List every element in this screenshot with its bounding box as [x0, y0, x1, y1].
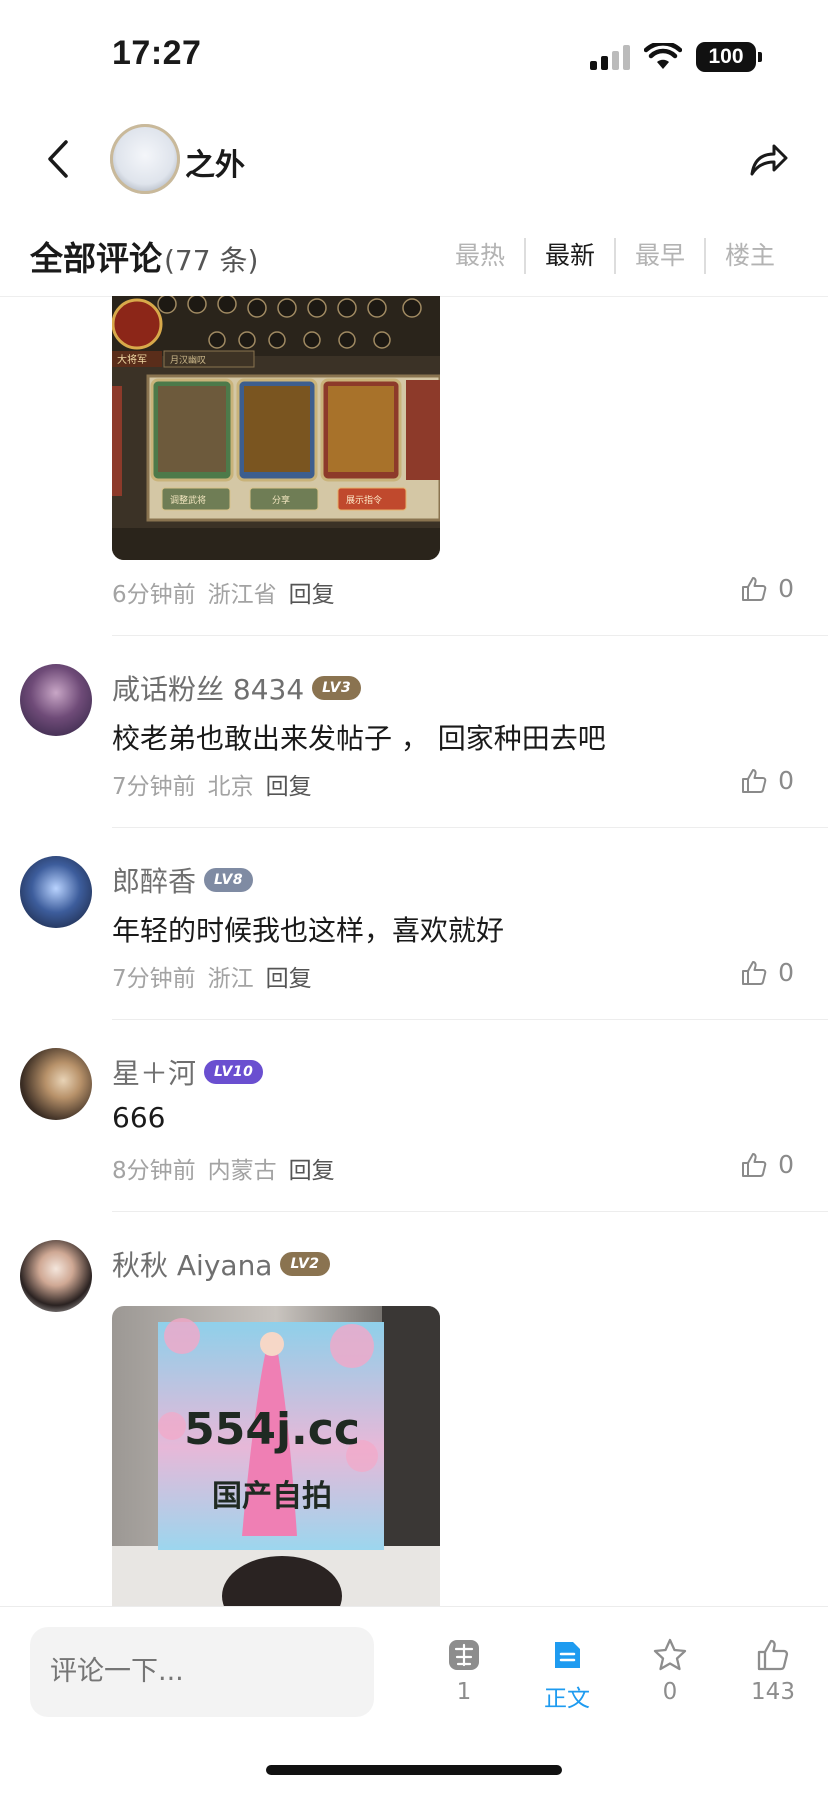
- avatar[interactable]: [20, 664, 92, 736]
- comment-image[interactable]: 554j.cc 国产自拍: [112, 1306, 440, 1606]
- comment-meta: 8分钟前 内蒙古 回复: [112, 1151, 335, 1185]
- comment-username[interactable]: 星＋河 LV10: [112, 1052, 264, 1092]
- like-button[interactable]: 0: [740, 958, 794, 987]
- like-count: 0: [778, 1150, 794, 1179]
- username-text: 咸话粉丝 8434: [112, 673, 305, 706]
- recommend-count: 1: [456, 1679, 472, 1705]
- recommend-icon: [449, 1640, 479, 1670]
- game-button-adjust: 调整武将: [170, 494, 206, 506]
- comment-location: 浙江: [207, 966, 254, 992]
- comments-count: (77 条): [164, 244, 259, 277]
- like-post-button[interactable]: 143: [733, 1637, 813, 1705]
- game-button-share: 分享: [272, 494, 290, 506]
- share-icon[interactable]: [746, 136, 792, 182]
- level-badge: LV3: [312, 676, 362, 700]
- comments-title: 全部评论: [30, 239, 162, 278]
- like-button[interactable]: 0: [740, 766, 794, 795]
- thumbs-up-icon: [742, 768, 767, 793]
- thumbs-up-icon: [757, 1639, 789, 1671]
- avatar[interactable]: [20, 856, 92, 928]
- status-time: 17:27: [112, 34, 202, 72]
- comment-username[interactable]: 咸话粉丝 8434 LV3: [112, 668, 362, 708]
- reply-button[interactable]: 回复: [266, 767, 312, 801]
- comment-time: 6分钟前: [112, 582, 196, 608]
- comment-location: 北京: [207, 774, 254, 800]
- reply-button[interactable]: 回复: [266, 959, 312, 993]
- comment-image-game-screenshot[interactable]: 大将军 月汉幽叹 调整武将 分享 展示指令: [112, 296, 440, 560]
- reply-button[interactable]: 回复: [289, 1151, 335, 1185]
- thumbs-up-icon: [742, 1152, 767, 1177]
- game-button-command: 展示指令: [346, 494, 382, 506]
- comment-text: 年轻的时候我也这样，喜欢就好: [112, 914, 505, 947]
- like-post-count: 143: [751, 1679, 795, 1705]
- favorite-count: 0: [662, 1679, 678, 1705]
- comments-heading: 全部评论(77 条): [30, 232, 258, 280]
- author-avatar[interactable]: [110, 124, 180, 194]
- level-badge: LV8: [204, 868, 254, 892]
- status-icons: 100: [590, 40, 762, 74]
- thumbs-up-icon: [742, 576, 767, 601]
- article-label: 正文: [544, 1686, 590, 1712]
- comment-username[interactable]: 秋秋 Aiyana LV2: [112, 1244, 330, 1284]
- overlay-text-caption: 国产自拍: [212, 1479, 332, 1514]
- like-button[interactable]: 0: [740, 574, 794, 603]
- article-button[interactable]: 正文: [527, 1637, 607, 1713]
- comment-meta: 7分钟前 浙江 回复: [112, 959, 312, 993]
- sort-tab-earliest[interactable]: 最早: [613, 238, 704, 274]
- comment-meta: 6分钟前 浙江省 回复: [112, 575, 335, 609]
- article-icon: [555, 1642, 580, 1668]
- comment-time: 7分钟前: [112, 966, 196, 992]
- comment-time: 8分钟前: [112, 1158, 196, 1184]
- comment-text: 666: [112, 1101, 166, 1134]
- comment-location: 内蒙古: [207, 1158, 277, 1184]
- sort-tab-op[interactable]: 楼主: [703, 238, 794, 274]
- level-badge: LV10: [204, 1060, 264, 1084]
- like-count: 0: [778, 958, 794, 987]
- like-count: 0: [778, 766, 794, 795]
- comment-divider: [112, 1211, 828, 1212]
- username-text: 郎醉香: [112, 865, 197, 898]
- username-text: 秋秋 Aiyana: [112, 1249, 273, 1282]
- comment-divider: [112, 635, 828, 636]
- comment-text: 校老弟也敢出来发帖子 ， 回家种田去吧: [112, 722, 606, 755]
- game-label-general: 大将军: [117, 353, 147, 366]
- cellular-signal-icon: [590, 44, 630, 70]
- like-button[interactable]: 0: [740, 1150, 794, 1179]
- game-label-title: 月汉幽叹: [170, 355, 206, 366]
- comment-input[interactable]: [30, 1627, 374, 1717]
- battery-icon: 100: [696, 42, 762, 72]
- like-count: 0: [778, 574, 794, 603]
- sort-tab-hot[interactable]: 最热: [436, 238, 524, 274]
- back-icon[interactable]: [38, 134, 78, 184]
- sort-tab-newest[interactable]: 最新: [523, 238, 614, 274]
- comment-username[interactable]: 郎醉香 LV8: [112, 860, 254, 900]
- level-badge: LV2: [280, 1252, 330, 1276]
- recommend-button[interactable]: 1: [424, 1637, 504, 1705]
- comment-divider: [112, 827, 828, 828]
- avatar[interactable]: [20, 1048, 92, 1120]
- home-indicator[interactable]: [266, 1765, 562, 1775]
- comment-time: 7分钟前: [112, 774, 196, 800]
- star-icon: [653, 1638, 687, 1671]
- comment-meta: 7分钟前 北京 回复: [112, 767, 312, 801]
- wifi-icon: [644, 43, 682, 69]
- author-name[interactable]: 之外: [185, 140, 245, 184]
- comment-divider: [112, 1019, 828, 1020]
- favorite-button[interactable]: 0: [630, 1637, 710, 1705]
- sort-tabs: 最热 最新 最早 楼主: [436, 238, 794, 274]
- username-text: 星＋河: [112, 1057, 197, 1090]
- overlay-text-site: 554j.cc: [184, 1404, 360, 1455]
- reply-button[interactable]: 回复: [289, 575, 335, 609]
- avatar[interactable]: [20, 1240, 92, 1312]
- thumbs-up-icon: [742, 960, 767, 985]
- comment-location: 浙江省: [207, 582, 277, 608]
